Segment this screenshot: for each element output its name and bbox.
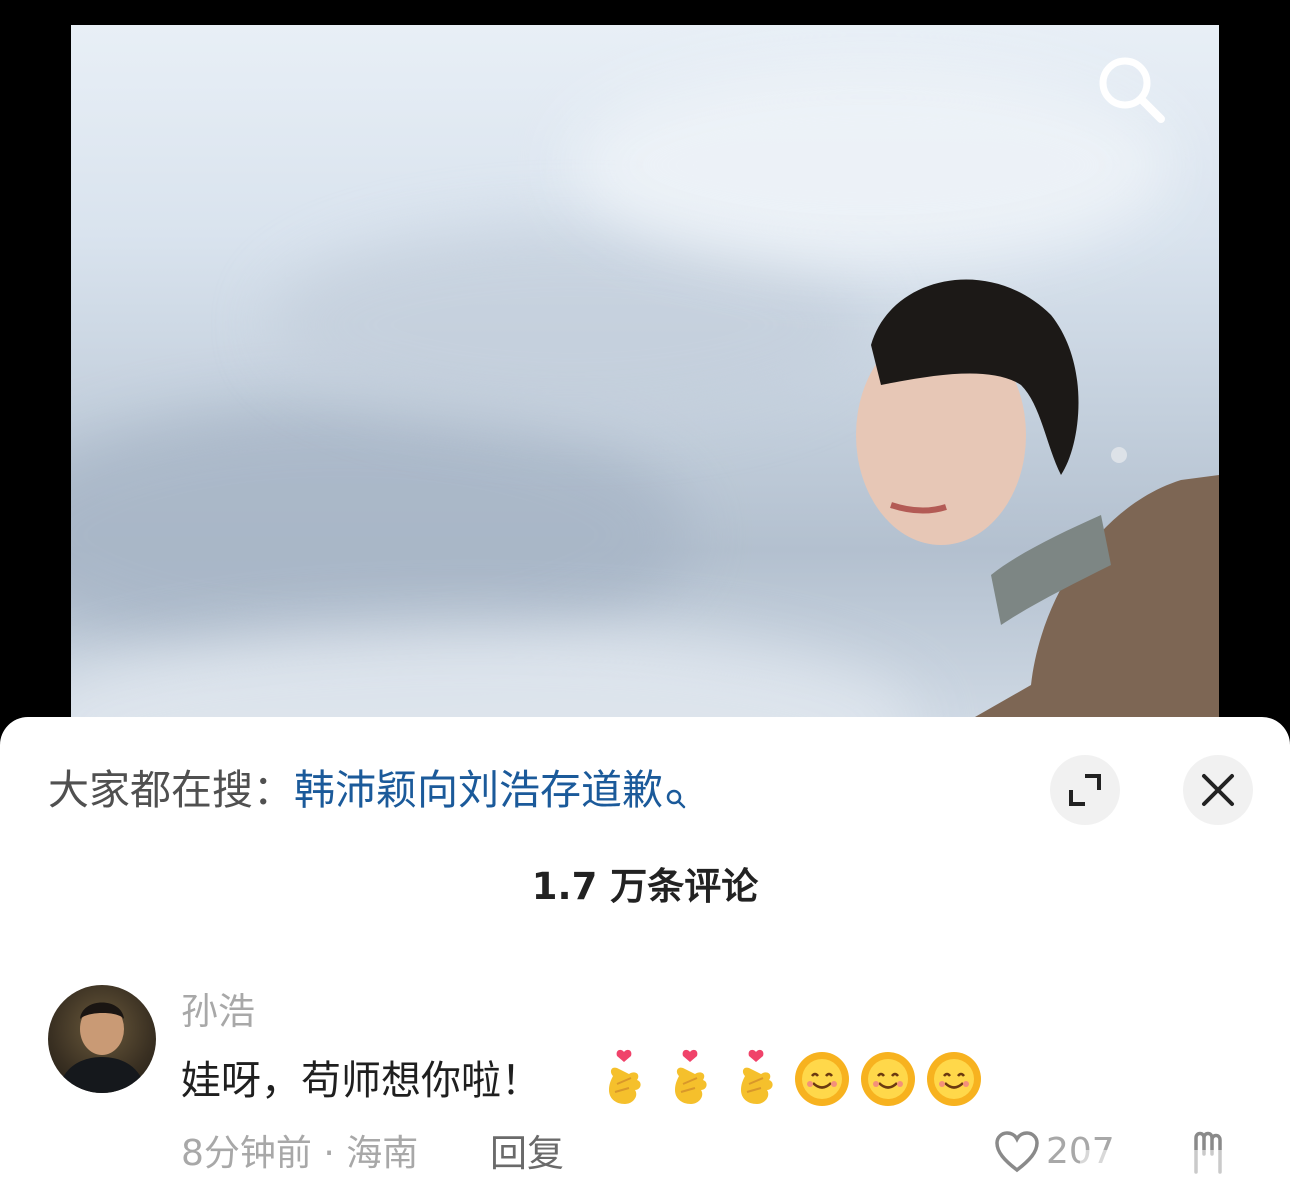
post-photo[interactable] [71,25,1219,725]
avatar-portrait [58,1002,146,1093]
expand-icon [1069,774,1101,806]
comment-meta: 8分钟前 · 海南 [181,1130,418,1178]
expand-button[interactable] [1050,755,1120,825]
person-figure [856,279,1219,725]
comment-username[interactable]: 孙浩 [181,988,255,1036]
search-icon [1099,57,1165,123]
comment-emojis [595,1048,983,1110]
hot-search-term[interactable]: 韩沛颖向刘浩存道歉 [294,766,663,814]
comment-time: 8分钟前 [181,1133,312,1174]
finger-heart-emoji [609,1049,641,1104]
heart-icon [995,1131,1039,1173]
meta-separator: · [323,1133,335,1174]
finger-heart-emoji [741,1049,773,1104]
finger-heart-emoji [675,1049,707,1104]
small-search-icon [665,768,687,824]
hot-search-banner[interactable]: 大家都在搜：韩沛颖向刘浩存道歉 [48,762,687,824]
watermark-overlay [1080,1150,1280,1190]
comment-location: 海南 [346,1133,419,1174]
close-icon [1202,774,1234,806]
smiling-sun-emoji [861,1052,915,1106]
smiling-sun-emoji [795,1052,849,1106]
avatar[interactable] [48,985,156,1093]
comment-text: 娃呀，苟师想你啦！ [181,1058,541,1104]
hot-search-prefix: 大家都在搜： [48,766,294,814]
smiling-sun-emoji [927,1052,981,1106]
image-search-button[interactable] [1097,55,1167,125]
close-button[interactable] [1183,755,1253,825]
reply-button[interactable]: 回复 [490,1130,564,1178]
comment-count: 1.7 万条评论 [531,865,759,908]
screen: 大家都在搜：韩沛颖向刘浩存道歉 1.7 万条评论 孙浩 娃呀，苟师想你啦！ 8分… [0,0,1290,1200]
